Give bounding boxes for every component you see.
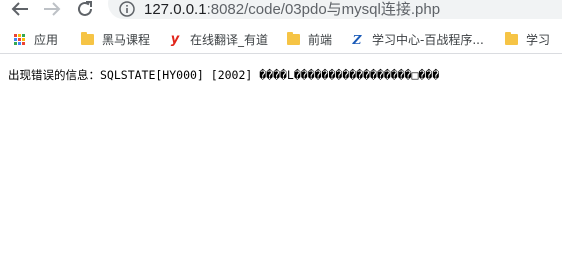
bookmark-label: 前端 <box>308 33 333 47</box>
bookmark-label: 黑马课程 <box>102 33 151 47</box>
baizhan-icon: Z <box>352 32 362 47</box>
url-text[interactable]: 127.0.0.1:8082/code/03pdo与mysql连接.php <box>144 0 440 19</box>
url-path: :8082/code/03pdo与mysql连接.php <box>206 1 441 18</box>
bookmark-label: 学习中心-百战程序... <box>372 33 484 47</box>
bookmarks-bar: 应用 黑马课程 y 在线翻译_有道 前端 Z 学习中心-百战程序... 学习 <box>0 26 562 54</box>
bookmark-study[interactable]: 学习 <box>504 31 550 48</box>
info-icon[interactable] <box>118 0 136 18</box>
browser-toolbar: 127.0.0.1:8082/code/03pdo与mysql连接.php <box>0 0 562 20</box>
bookmark-label: 学习 <box>526 33 551 47</box>
folder-icon <box>80 32 94 47</box>
reload-icon <box>78 1 92 16</box>
error-message: 出现错误的信息：SQLSTATE[HY000] [2002] ����L����… <box>8 68 440 82</box>
folder-icon <box>504 32 518 47</box>
forward-button[interactable] <box>42 0 62 18</box>
bookmark-baizhan[interactable]: Z 学习中心-百战程序... <box>350 31 484 48</box>
back-button[interactable] <box>10 0 30 18</box>
bookmark-youdao[interactable]: y 在线翻译_有道 <box>168 31 268 48</box>
bookmark-heima[interactable]: 黑马课程 <box>80 31 150 48</box>
bookmark-frontend[interactable]: 前端 <box>286 31 332 48</box>
bookmark-apps[interactable]: 应用 <box>12 31 58 48</box>
url-host: 127.0.0.1 <box>144 1 207 18</box>
page-content: 出现错误的信息：SQLSTATE[HY000] [2002] ����L����… <box>8 67 562 83</box>
bookmark-label: 应用 <box>34 33 59 47</box>
folder-icon <box>286 32 300 47</box>
bookmark-label: 在线翻译_有道 <box>190 33 269 47</box>
apps-grid-icon <box>12 33 26 47</box>
address-bar[interactable]: 127.0.0.1:8082/code/03pdo与mysql连接.php <box>108 0 562 19</box>
reload-button[interactable] <box>75 0 95 18</box>
arrow-right-icon <box>44 2 61 16</box>
arrow-left-icon <box>11 2 28 16</box>
youdao-icon: y <box>170 32 180 47</box>
